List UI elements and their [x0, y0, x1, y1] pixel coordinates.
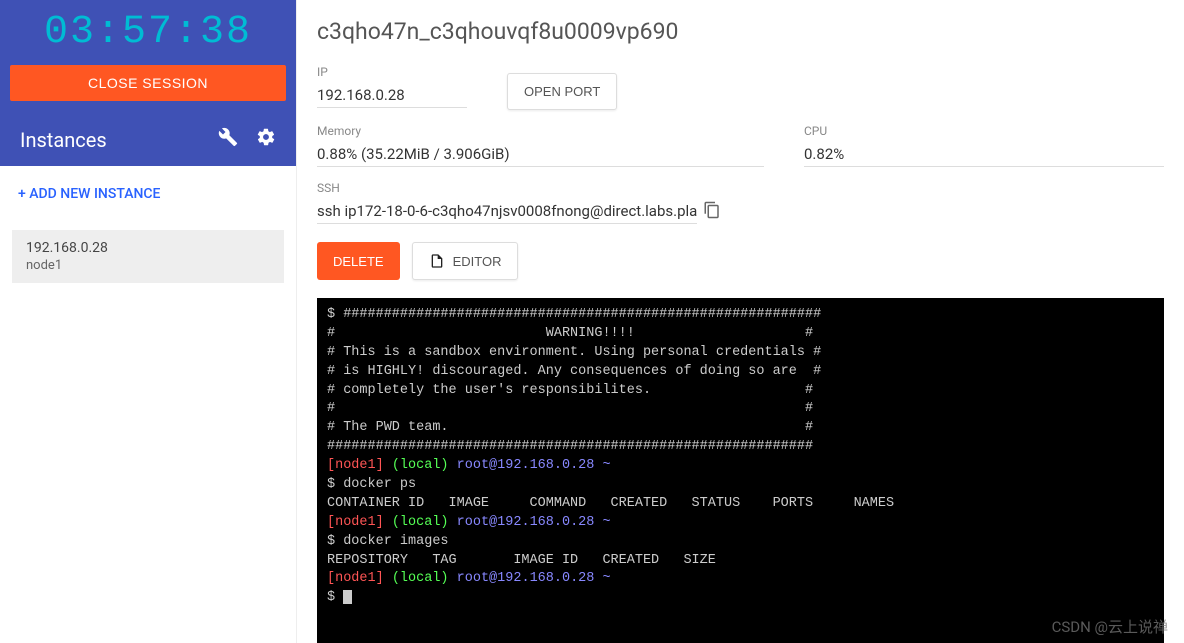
editor-button[interactable]: EDITOR	[412, 242, 519, 280]
ip-value: 192.168.0.28	[317, 83, 467, 108]
session-timer: 03:57:38	[0, 0, 296, 65]
sidebar: 03:57:38 CLOSE SESSION Instances + ADD N…	[0, 0, 297, 643]
add-instance-button[interactable]: + ADD NEW INSTANCE	[0, 166, 296, 222]
close-session-button[interactable]: CLOSE SESSION	[10, 65, 286, 101]
ssh-label: SSH	[317, 181, 1164, 195]
document-icon	[429, 253, 445, 269]
instance-ip: 192.168.0.28	[26, 240, 270, 256]
open-port-button[interactable]: OPEN PORT	[507, 73, 617, 110]
instance-name: node1	[26, 258, 270, 273]
editor-label: EDITOR	[453, 254, 502, 269]
ssh-input[interactable]	[317, 199, 697, 224]
delete-button[interactable]: DELETE	[317, 242, 400, 280]
prompt-user: root@192.168.0.28 ~	[457, 458, 611, 473]
copy-icon[interactable]	[697, 201, 721, 223]
timer-panel: 03:57:38 CLOSE SESSION	[0, 0, 296, 113]
page-title: c3qho47n_c3qhouvqf8u0009vp690	[317, 18, 1164, 45]
prompt-node: [node1]	[327, 458, 384, 473]
memory-value: 0.88% (35.22MiB / 3.906GiB)	[317, 142, 764, 167]
instances-label: Instances	[20, 128, 107, 152]
gear-icon[interactable]	[256, 127, 276, 152]
main-panel: c3qho47n_c3qhouvqf8u0009vp690 IP 192.168…	[297, 0, 1184, 643]
instance-card[interactable]: 192.168.0.28 node1	[12, 230, 284, 283]
terminal-cursor	[343, 590, 352, 604]
cpu-label: CPU	[804, 124, 1164, 138]
instances-header: Instances	[0, 113, 296, 166]
terminal[interactable]: $ ######################################…	[317, 298, 1164, 643]
cpu-value: 0.82%	[804, 142, 1164, 167]
memory-label: Memory	[317, 124, 764, 138]
wrench-icon[interactable]	[218, 127, 238, 152]
prompt-local: (local)	[392, 458, 449, 473]
ip-label: IP	[317, 65, 467, 79]
